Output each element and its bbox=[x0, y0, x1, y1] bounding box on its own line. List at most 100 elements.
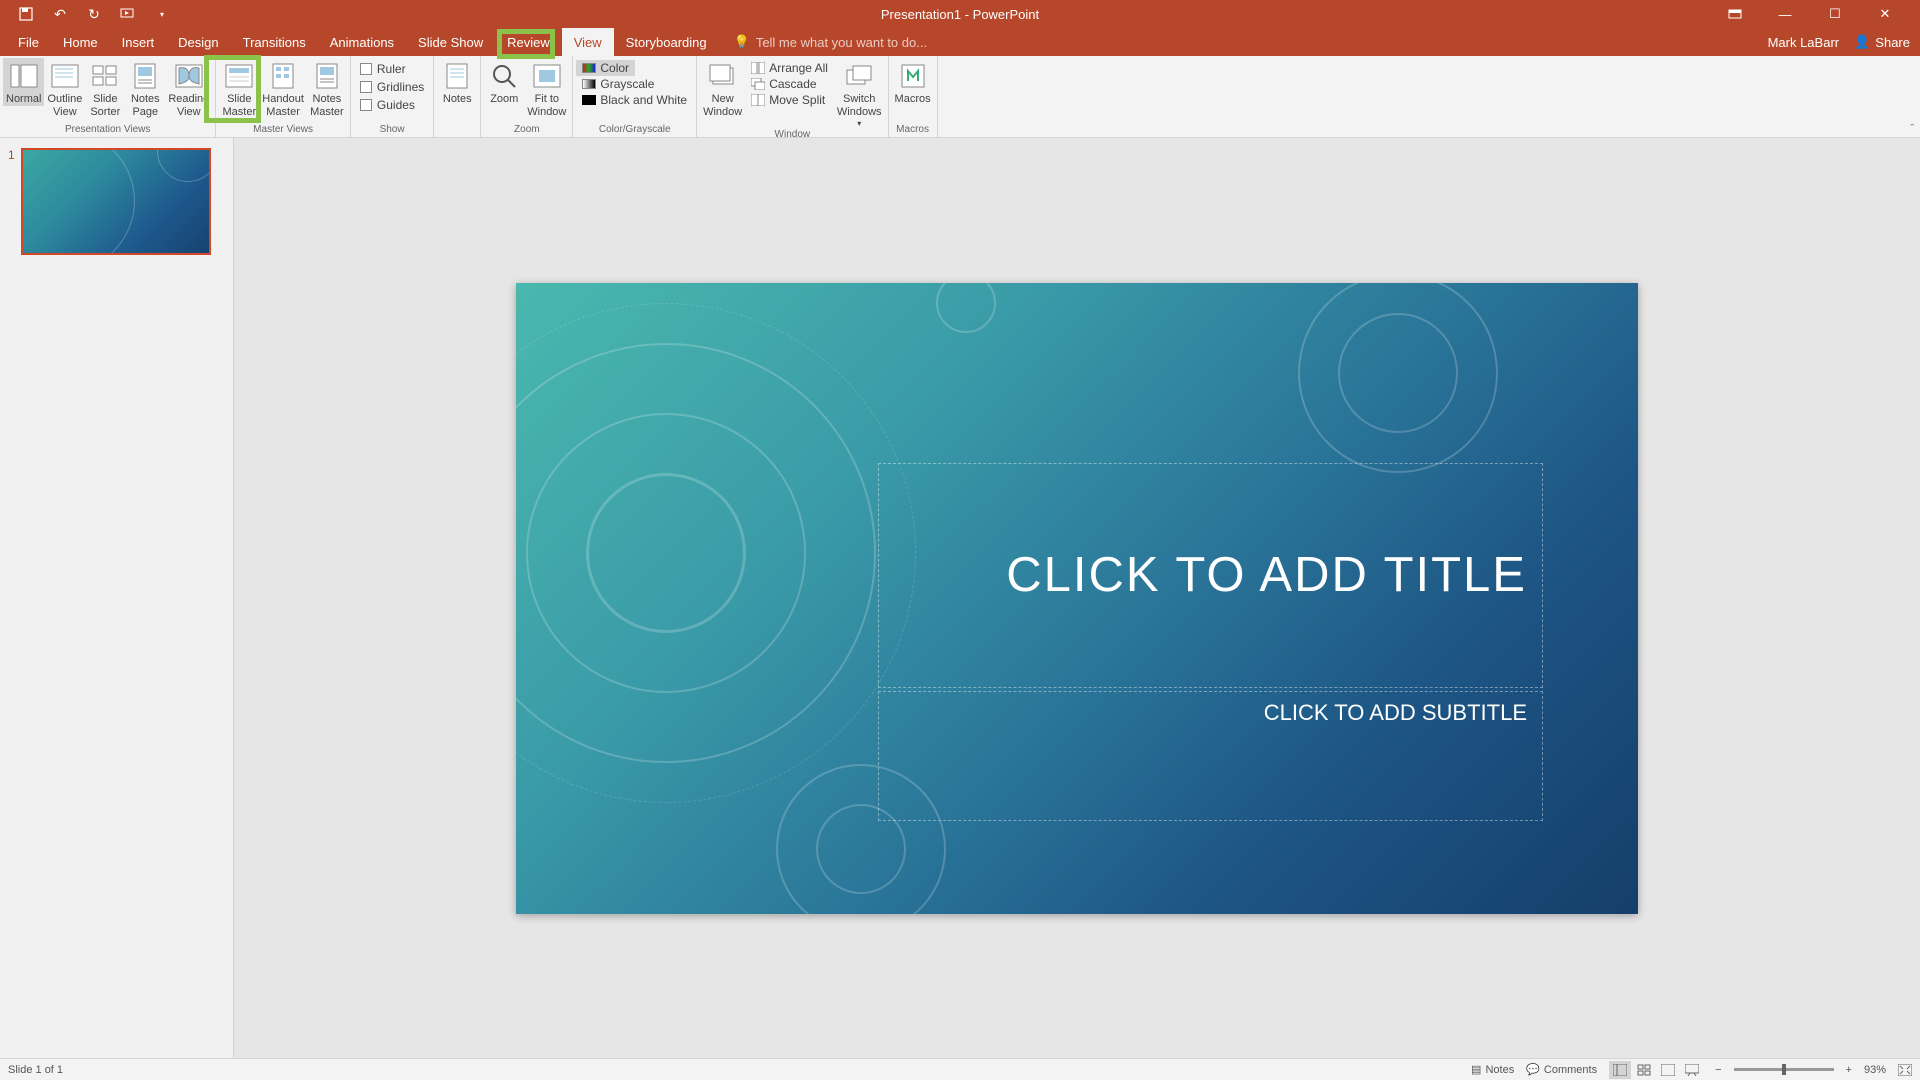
decorative-circle bbox=[586, 473, 746, 633]
fit-to-window-button[interactable]: Fit to Window bbox=[524, 58, 569, 119]
switch-windows-button[interactable]: Switch Windows▾ bbox=[834, 58, 885, 129]
checkbox-icon bbox=[360, 63, 372, 75]
tab-view[interactable]: View bbox=[562, 28, 614, 56]
collapse-ribbon-icon[interactable]: ˆ bbox=[1910, 123, 1914, 135]
group-label-window: Window bbox=[700, 129, 884, 142]
undo-icon[interactable]: ↶ bbox=[52, 6, 68, 22]
macros-icon bbox=[897, 61, 929, 91]
notes-page-button[interactable]: Notes Page bbox=[125, 58, 165, 119]
group-label-presentation-views: Presentation Views bbox=[3, 124, 212, 137]
group-color-grayscale: Color Grayscale Black and White Color/Gr… bbox=[573, 56, 697, 137]
new-window-button[interactable]: New Window bbox=[700, 58, 745, 119]
fit-to-window-icon bbox=[531, 61, 563, 91]
tab-animations[interactable]: Animations bbox=[318, 28, 406, 56]
slide-sorter-status-button[interactable] bbox=[1633, 1061, 1655, 1079]
decorative-circle bbox=[936, 283, 996, 333]
guides-checkbox[interactable]: Guides bbox=[354, 96, 421, 114]
thumbnail-number: 1 bbox=[8, 148, 15, 255]
reading-view-status-button[interactable] bbox=[1657, 1061, 1679, 1079]
save-icon[interactable] bbox=[18, 6, 34, 22]
group-master-views: Slide Master Handout Master Notes Master… bbox=[216, 56, 351, 137]
reading-view-button[interactable]: Reading View bbox=[165, 58, 212, 119]
switch-windows-icon bbox=[843, 61, 875, 91]
close-icon[interactable]: ✕ bbox=[1870, 0, 1900, 28]
slide-thumbnail-1[interactable]: 1 bbox=[8, 148, 223, 255]
share-button[interactable]: 👤 Share bbox=[1854, 34, 1910, 50]
tab-review[interactable]: Review bbox=[495, 28, 562, 56]
minimize-icon[interactable]: — bbox=[1770, 0, 1800, 28]
black-white-button[interactable]: Black and White bbox=[576, 92, 693, 108]
lightbulb-icon: 💡 bbox=[734, 34, 750, 50]
tab-transitions[interactable]: Transitions bbox=[231, 28, 318, 56]
group-window: New Window Arrange All Cascade Move Spli… bbox=[697, 56, 888, 137]
thumbnail-preview bbox=[21, 148, 211, 255]
slide-sorter-button[interactable]: Slide Sorter bbox=[85, 58, 125, 119]
fit-to-window-status-button[interactable] bbox=[1898, 1064, 1912, 1076]
move-split-button[interactable]: Move Split bbox=[745, 92, 834, 108]
comments-toggle[interactable]: 💬Comments bbox=[1526, 1063, 1597, 1076]
zoom-slider[interactable] bbox=[1734, 1068, 1834, 1071]
outline-view-button[interactable]: Outline View bbox=[44, 58, 85, 119]
grayscale-button[interactable]: Grayscale bbox=[576, 76, 660, 92]
arrange-all-icon bbox=[751, 62, 765, 74]
group-zoom: Zoom Fit to Window Zoom bbox=[481, 56, 573, 137]
zoom-icon bbox=[488, 61, 520, 91]
tell-me-search[interactable]: 💡 bbox=[734, 34, 956, 50]
ribbon-display-options-icon[interactable] bbox=[1720, 0, 1750, 28]
slide-canvas[interactable]: CLICK TO ADD TITLE CLICK TO ADD SUBTITLE bbox=[516, 283, 1638, 914]
tell-me-input[interactable] bbox=[756, 35, 956, 50]
checkbox-icon bbox=[360, 99, 372, 111]
group-label-macros: Macros bbox=[892, 124, 934, 137]
notes-master-button[interactable]: Notes Master bbox=[307, 58, 347, 119]
qat-customize-icon[interactable]: ▾ bbox=[154, 6, 170, 22]
cascade-button[interactable]: Cascade bbox=[745, 76, 834, 92]
tab-home[interactable]: Home bbox=[51, 28, 110, 56]
gridlines-checkbox[interactable]: Gridlines bbox=[354, 78, 430, 96]
macros-button[interactable]: Macros bbox=[892, 58, 934, 106]
arrange-all-button[interactable]: Arrange All bbox=[745, 60, 834, 76]
move-split-icon bbox=[751, 94, 765, 106]
handout-master-button[interactable]: Handout Master bbox=[259, 58, 307, 119]
normal-view-status-button[interactable] bbox=[1609, 1061, 1631, 1079]
notes-status-icon: ▤ bbox=[1471, 1063, 1481, 1076]
slide-counter[interactable]: Slide 1 of 1 bbox=[8, 1064, 1471, 1076]
color-button[interactable]: Color bbox=[576, 60, 635, 76]
bw-swatch-icon bbox=[582, 95, 596, 105]
slideshow-status-button[interactable] bbox=[1681, 1061, 1703, 1079]
ribbon-tabs: File Home Insert Design Transitions Anim… bbox=[0, 28, 1920, 56]
slide-master-button[interactable]: Slide Master bbox=[219, 58, 259, 119]
zoom-button[interactable]: Zoom bbox=[484, 58, 524, 106]
zoom-level[interactable]: 93% bbox=[1864, 1064, 1886, 1076]
reading-view-icon bbox=[173, 61, 205, 91]
normal-view-icon bbox=[8, 61, 40, 91]
slide-master-icon bbox=[223, 61, 255, 91]
share-label: Share bbox=[1875, 35, 1910, 50]
tab-storyboarding[interactable]: Storyboarding bbox=[614, 28, 719, 56]
tab-insert[interactable]: Insert bbox=[110, 28, 167, 56]
subtitle-placeholder[interactable]: CLICK TO ADD SUBTITLE bbox=[878, 691, 1543, 821]
tab-file[interactable]: File bbox=[0, 28, 51, 56]
notes-master-icon bbox=[311, 61, 343, 91]
redo-icon[interactable]: ↻ bbox=[86, 6, 102, 22]
group-label-color: Color/Grayscale bbox=[576, 124, 693, 137]
tab-slideshow[interactable]: Slide Show bbox=[406, 28, 495, 56]
status-bar: Slide 1 of 1 ▤Notes 💬Comments − + 93% bbox=[0, 1058, 1920, 1080]
zoom-slider-thumb[interactable] bbox=[1782, 1064, 1786, 1075]
zoom-in-button[interactable]: + bbox=[1846, 1064, 1852, 1076]
maximize-icon[interactable]: ☐ bbox=[1820, 0, 1850, 28]
notes-toggle[interactable]: ▤Notes bbox=[1471, 1063, 1514, 1076]
title-bar: ↶ ↻ ▾ Presentation1 - PowerPoint — ☐ ✕ bbox=[0, 0, 1920, 28]
start-from-beginning-icon[interactable] bbox=[120, 6, 136, 22]
notes-button[interactable]: Notes bbox=[437, 58, 477, 106]
tab-design[interactable]: Design bbox=[166, 28, 230, 56]
group-label-show: Show bbox=[354, 124, 430, 137]
normal-view-button[interactable]: Normal bbox=[3, 58, 44, 106]
window-title: Presentation1 - PowerPoint bbox=[881, 7, 1039, 22]
ruler-checkbox[interactable]: Ruler bbox=[354, 60, 412, 78]
comments-status-icon: 💬 bbox=[1526, 1063, 1540, 1076]
zoom-out-button[interactable]: − bbox=[1715, 1064, 1721, 1076]
title-placeholder[interactable]: CLICK TO ADD TITLE bbox=[878, 463, 1543, 688]
user-name[interactable]: Mark LaBarr bbox=[1768, 35, 1840, 50]
group-presentation-views: Normal Outline View Slide Sorter Notes P… bbox=[0, 56, 216, 137]
slide-thumbnail-panel: 1 bbox=[0, 138, 234, 1058]
